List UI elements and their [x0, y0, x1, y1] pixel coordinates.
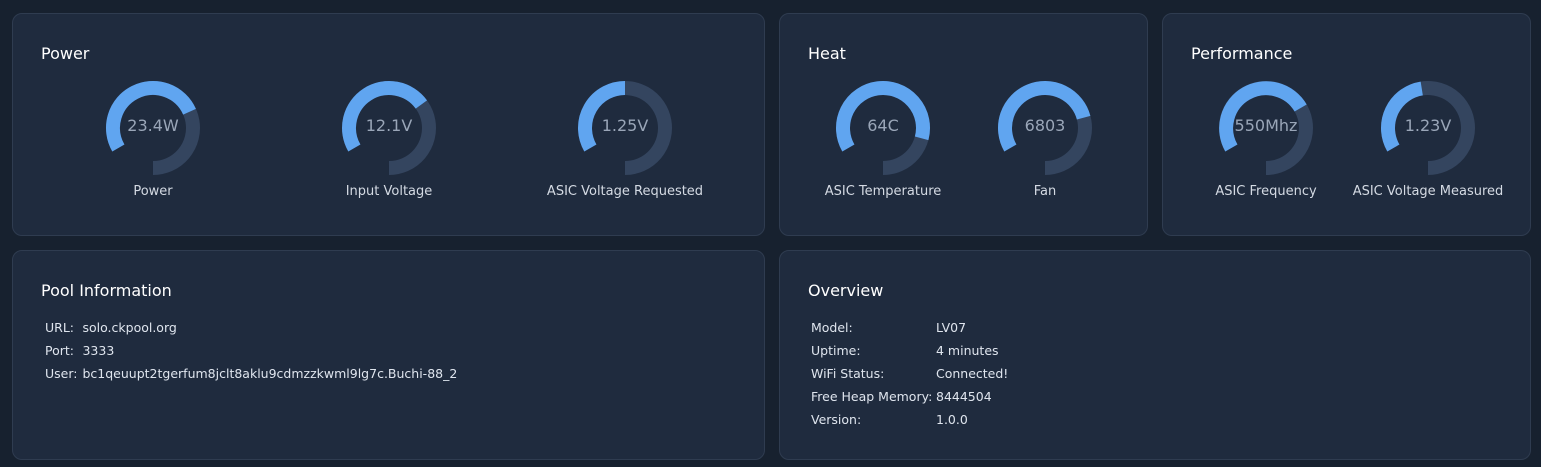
- performance-card: Performance 550Mhz ASIC Frequency 1.23V …: [1162, 13, 1531, 236]
- fan-gauge-value: 6803: [1024, 116, 1066, 135]
- pool-url-key: URL:: [45, 320, 75, 335]
- overview-card: Overview Model: LV07 Uptime: 4 minutes W…: [779, 250, 1531, 460]
- fan-gauge: 6803 Fan: [955, 80, 1135, 210]
- overview-wifi-status-value: Connected!: [936, 366, 1009, 381]
- input-voltage-gauge-value: 12.1V: [365, 116, 413, 135]
- overview-version-value: 1.0.0: [936, 412, 968, 427]
- pool-port-key: Port:: [45, 343, 74, 358]
- performance-card-title: Performance: [1191, 44, 1293, 63]
- heat-card: Heat 64C ASIC Temperature 6803 Fan: [779, 13, 1148, 236]
- overview-row-free-heap-memory: Free Heap Memory: 8444504: [811, 385, 1008, 408]
- asic-frequency-gauge: 550Mhz ASIC Frequency: [1176, 80, 1356, 210]
- overview-wifi-status-key: WiFi Status:: [811, 366, 885, 381]
- overview-model-value: LV07: [936, 320, 967, 335]
- overview-model-key: Model:: [811, 320, 853, 335]
- pool-user-key: User:: [45, 366, 78, 381]
- overview-row-uptime: Uptime: 4 minutes: [811, 339, 1008, 362]
- overview-table: Model: LV07 Uptime: 4 minutes WiFi Statu…: [811, 316, 1008, 431]
- overview-uptime-key: Uptime:: [811, 343, 861, 358]
- power-card: Power 23.4W Power 12.1V Input Voltage 1.…: [12, 13, 765, 236]
- pool-row-url: URL: solo.ckpool.org: [45, 316, 457, 339]
- asic-frequency-gauge-value: 550Mhz: [1234, 116, 1298, 135]
- asic-temperature-gauge: 64C ASIC Temperature: [793, 80, 973, 210]
- pool-port-value: 3333: [82, 343, 115, 358]
- asic-voltage-requested-gauge-value: 1.25V: [601, 116, 649, 135]
- asic-voltage-measured-gauge: 1.23V ASIC Voltage Measured: [1338, 80, 1518, 210]
- overview-free-heap-memory-key: Free Heap Memory:: [811, 389, 933, 404]
- overview-uptime-value: 4 minutes: [936, 343, 999, 358]
- dashboard: Power 23.4W Power 12.1V Input Voltage 1.…: [0, 0, 1541, 467]
- overview-version-key: Version:: [811, 412, 862, 427]
- asic-frequency-gauge-label: ASIC Frequency: [1215, 184, 1317, 199]
- input-voltage-gauge-label: Input Voltage: [345, 184, 433, 199]
- asic-voltage-measured-gauge-label: ASIC Voltage Measured: [1352, 184, 1504, 199]
- overview-free-heap-memory-value: 8444504: [936, 389, 992, 404]
- asic-temperature-gauge-value: 64C: [867, 116, 899, 135]
- power-gauge-value: 23.4W: [127, 116, 179, 135]
- pool-information-card: Pool Information URL: solo.ckpool.org Po…: [12, 250, 765, 460]
- input-voltage-gauge: 12.1V Input Voltage: [299, 80, 479, 210]
- pool-row-user: User: bc1qeuupt2tgerfum8jclt8aklu9cdmzzk…: [45, 362, 457, 385]
- asic-voltage-requested-gauge-label: ASIC Voltage Requested: [546, 184, 704, 199]
- overview-row-version: Version: 1.0.0: [811, 408, 1008, 431]
- asic-voltage-requested-gauge: 1.25V ASIC Voltage Requested: [535, 80, 715, 210]
- asic-temperature-gauge-label: ASIC Temperature: [824, 184, 942, 199]
- pool-url-value: solo.ckpool.org: [82, 320, 177, 335]
- pool-information-table: URL: solo.ckpool.org Port: 3333 User: bc…: [45, 316, 457, 385]
- power-gauge: 23.4W Power: [63, 80, 243, 210]
- pool-row-port: Port: 3333: [45, 339, 457, 362]
- heat-card-title: Heat: [808, 44, 846, 63]
- fan-gauge-label: Fan: [1033, 184, 1057, 199]
- pool-user-value: bc1qeuupt2tgerfum8jclt8aklu9cdmzzkwml9lg…: [82, 366, 458, 381]
- overview-title: Overview: [808, 281, 884, 300]
- overview-row-wifi-status: WiFi Status: Connected!: [811, 362, 1008, 385]
- power-gauge-label: Power: [133, 184, 173, 199]
- pool-information-title: Pool Information: [41, 281, 172, 300]
- asic-voltage-measured-gauge-value: 1.23V: [1404, 116, 1452, 135]
- power-card-title: Power: [41, 44, 90, 63]
- overview-row-model: Model: LV07: [811, 316, 1008, 339]
